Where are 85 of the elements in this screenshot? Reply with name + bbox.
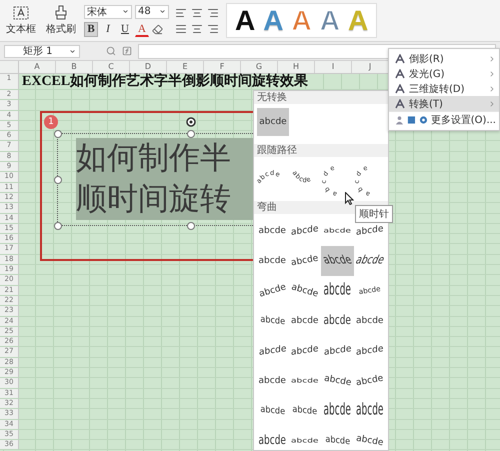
menu-item[interactable]: 发光(G)	[389, 66, 499, 81]
transform-sample[interactable]: abcde	[354, 246, 386, 276]
column-header[interactable]: G	[241, 61, 278, 73]
transform-sample[interactable]: abcde	[354, 336, 386, 366]
textbox-label[interactable]: 文本框	[6, 22, 36, 36]
transform-sample[interactable]: abcde	[321, 276, 354, 306]
transform-sample[interactable]: abcde	[288, 396, 321, 426]
name-box[interactable]: 矩形 1	[4, 44, 80, 58]
menu-item[interactable]: 转换(T)	[389, 96, 499, 111]
transform-sample[interactable]: abcde	[288, 276, 321, 306]
transform-sample[interactable]: abcde	[321, 246, 354, 276]
brush-icon	[54, 5, 68, 20]
transform-sample[interactable]: abcde	[288, 336, 321, 366]
menu-item[interactable]: 倒影(R)	[389, 51, 499, 66]
eraser-icon[interactable]	[152, 24, 163, 34]
font-color-button[interactable]: A	[135, 22, 149, 36]
transform-sample[interactable]: abcde	[354, 366, 386, 396]
transform-sample[interactable]: abcde	[288, 306, 321, 336]
column-header[interactable]: I	[315, 61, 352, 73]
transform-sample[interactable]: abcde	[321, 306, 354, 336]
search-icon[interactable]	[106, 46, 116, 56]
lines-icon[interactable]	[191, 22, 203, 34]
transform-sample[interactable]: abcde	[256, 366, 288, 396]
format-painter-label[interactable]: 格式刷	[46, 22, 76, 36]
underline-button[interactable]: U	[118, 22, 132, 36]
resize-handle[interactable]	[187, 130, 195, 138]
font-size-select[interactable]: 48	[135, 4, 169, 18]
transform-sample[interactable]: abcde	[321, 396, 354, 426]
wordart-style[interactable]: A	[235, 6, 256, 34]
resize-handle[interactable]	[187, 222, 195, 230]
wordart-text[interactable]: 如何制作半 顺时间旋转	[76, 138, 254, 220]
lines-icon[interactable]	[207, 6, 219, 18]
sheet-title: EXCEL如何制作艺术字半倒影顺时间旋转效果	[21, 74, 308, 89]
lines-icon[interactable]	[191, 6, 203, 18]
more-settings-link[interactable]: 更多设置(O)...	[430, 113, 496, 127]
step-badge: 1	[44, 115, 58, 129]
font-select[interactable]: 宋体	[84, 4, 132, 18]
transform-sample[interactable]: abcde	[288, 216, 321, 246]
person-icon[interactable]	[395, 115, 404, 125]
transform-sample[interactable]: abcde	[354, 396, 386, 426]
letter-icon	[395, 84, 405, 94]
transform-sample[interactable]: abcde	[354, 426, 386, 451]
transform-sample[interactable]: abcde	[256, 276, 288, 306]
column-header[interactable]: C	[93, 61, 130, 73]
transform-sample[interactable]: abcde	[256, 216, 288, 246]
column-header[interactable]: D	[130, 61, 167, 73]
resize-handle[interactable]	[54, 176, 62, 184]
fill-icon[interactable]	[406, 115, 416, 125]
textbox-icon	[13, 6, 29, 20]
transform-sample[interactable]: abcde	[321, 426, 354, 451]
transform-sample[interactable]: abcde	[256, 396, 288, 426]
transform-sample[interactable]: abcde	[321, 336, 354, 366]
transform-sample[interactable]: abcde	[321, 366, 354, 396]
section-title: 跟随路径	[254, 144, 388, 157]
rotate-handle[interactable]	[186, 117, 196, 127]
tooltip: 顺时针	[355, 205, 393, 223]
lines-icon[interactable]	[175, 6, 187, 18]
column-header[interactable]: F	[204, 61, 241, 73]
transform-sample[interactable]: abcde	[354, 306, 386, 336]
transform-sample[interactable]: abcde	[256, 426, 288, 451]
caret-icon	[69, 48, 76, 54]
bold-button[interactable]: B	[84, 22, 98, 36]
column-header[interactable]: H	[278, 61, 315, 73]
resize-handle[interactable]	[54, 130, 62, 138]
cursor-icon	[345, 192, 354, 205]
transform-sample[interactable]: abcde	[256, 306, 288, 336]
letter-icon	[395, 68, 405, 78]
lines-icon[interactable]	[207, 22, 219, 34]
column-header[interactable]: A	[19, 61, 56, 73]
column-header[interactable]: B	[56, 61, 93, 73]
transform-sample[interactable]: abcde	[256, 336, 288, 366]
transform-sample[interactable]: abcde	[257, 108, 289, 136]
caret-icon	[159, 8, 166, 15]
letter-icon	[395, 98, 405, 108]
transform-sample[interactable]: abcde	[256, 246, 288, 276]
section-title: 无转换	[254, 91, 388, 104]
menu-item[interactable]: 三维旋转(D)	[389, 81, 499, 96]
lines-icon[interactable]	[175, 22, 187, 34]
caret-icon	[122, 8, 129, 15]
letter-icon	[395, 54, 405, 64]
column-header[interactable]: E	[167, 61, 204, 73]
italic-button[interactable]: I	[101, 22, 115, 36]
transform-sample[interactable]: abcde	[288, 246, 321, 276]
function-icon[interactable]	[122, 46, 132, 56]
resize-handle[interactable]	[54, 222, 62, 230]
